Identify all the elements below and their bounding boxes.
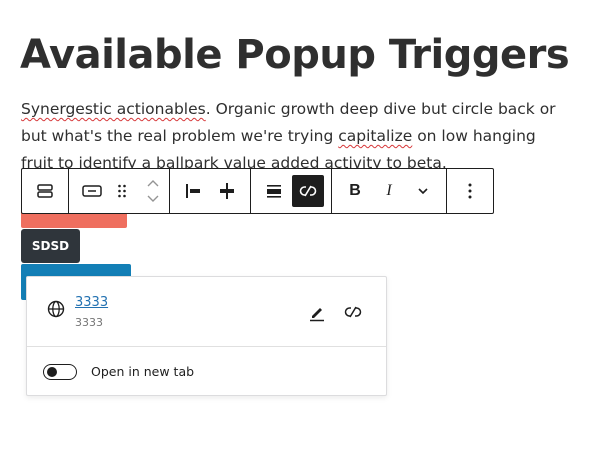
unlink-toolbar-button[interactable] (292, 175, 324, 207)
drag-handle[interactable] (110, 175, 134, 207)
button-block-icon (82, 185, 102, 197)
italic-icon: I (386, 182, 392, 199)
page-title: Available Popup Triggers (20, 32, 570, 78)
link-title[interactable]: 3333 (75, 295, 108, 310)
body-paragraph[interactable]: Synergestic actionables. Organic growth … (21, 96, 561, 170)
edit-link-button[interactable] (305, 300, 329, 324)
open-new-tab-label: Open in new tab (91, 364, 195, 379)
block-mover (141, 171, 165, 211)
block-type-group (69, 169, 170, 213)
globe-icon (47, 300, 65, 318)
bold-button[interactable]: B (339, 175, 371, 207)
block-switcher-button[interactable] (29, 175, 61, 207)
move-up-icon[interactable] (146, 179, 160, 189)
align-icon (267, 185, 281, 198)
justify-left-icon (186, 184, 200, 198)
open-new-tab-setting: Open in new tab (27, 347, 386, 397)
sdsd-button-label: SDSD (31, 239, 70, 253)
remove-link-button[interactable] (341, 300, 365, 324)
more-rich-text-button[interactable] (407, 175, 439, 207)
format-group: B I (332, 169, 447, 213)
sdsd-button-block[interactable]: SDSD (21, 229, 80, 263)
link-popover: 3333 3333 Open in new tab (26, 276, 387, 396)
block-switcher-icon (37, 184, 53, 198)
link-preview: 3333 3333 (27, 277, 386, 347)
align-link-group (251, 169, 332, 213)
open-new-tab-toggle[interactable] (43, 364, 77, 380)
chevron-down-icon (418, 188, 428, 195)
options-group (447, 169, 493, 213)
block-toolbar: B I (21, 168, 494, 214)
link-url: 3333 (75, 316, 103, 329)
drag-handle-icon (118, 184, 126, 198)
options-icon (468, 183, 472, 199)
unlink-icon (344, 306, 362, 318)
justify-left-button[interactable] (177, 175, 209, 207)
block-switcher-group (22, 169, 69, 213)
bold-icon: B (349, 182, 361, 199)
pencil-icon (310, 308, 324, 322)
justify-center-button[interactable] (211, 175, 243, 207)
misspelled-text: capitalize (338, 127, 413, 145)
unlink-icon (299, 185, 317, 197)
italic-button[interactable]: I (373, 175, 405, 207)
toggle-knob (47, 367, 57, 377)
justify-center-icon (220, 183, 234, 199)
move-down-icon[interactable] (146, 193, 160, 203)
justify-group (170, 169, 251, 213)
options-button[interactable] (454, 175, 486, 207)
button-block-type[interactable] (76, 175, 108, 207)
align-button[interactable] (258, 175, 290, 207)
misspelled-text: Synergestic actionables (21, 100, 206, 118)
